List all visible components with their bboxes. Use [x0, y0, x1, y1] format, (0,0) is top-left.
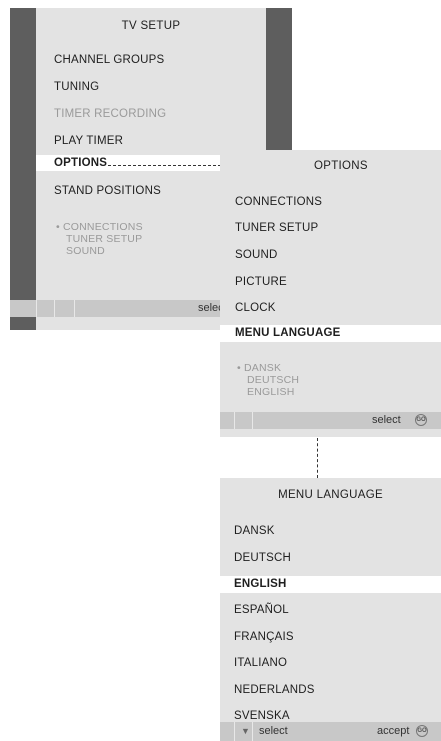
menu-title: MENU LANGUAGE — [278, 489, 383, 501]
language-option-deutsch[interactable]: DEUTSCH — [234, 552, 291, 564]
menu-item-tuning[interactable]: TUNING — [54, 81, 99, 93]
menu-item-tuner-setup[interactable]: TUNER SETUP — [235, 222, 318, 234]
language-option-nederlands[interactable]: NEDERLANDS — [234, 684, 315, 696]
menu-item-stand-positions[interactable]: STAND POSITIONS — [54, 185, 161, 197]
submenu-preview: • DANSK DEUTSCH ENGLISH — [237, 362, 299, 398]
submenu-item: • CONNECTIONS — [56, 221, 143, 233]
go-button-icon: GO — [416, 725, 428, 737]
options-menu-base — [220, 429, 441, 437]
options-footer: select GO — [220, 412, 441, 429]
menu-item-options[interactable]: OPTIONS — [54, 157, 107, 169]
menu-item-timer-recording[interactable]: TIMER RECORDING — [54, 108, 166, 120]
menu-item-clock[interactable]: CLOCK — [235, 302, 276, 314]
footer-select-label: select — [259, 725, 288, 737]
language-option-svenska[interactable]: SVENSKA — [234, 710, 290, 722]
menu-item-connections[interactable]: CONNECTIONS — [235, 196, 322, 208]
footer-select-label: select — [372, 414, 401, 426]
submenu-item: DEUTSCH — [247, 374, 300, 386]
language-option-dansk[interactable]: DANSK — [234, 525, 275, 537]
sidebar-left — [10, 8, 36, 330]
language-option-espanol[interactable]: ESPAÑOL — [234, 604, 289, 616]
submenu-item: SOUND — [66, 245, 105, 257]
language-option-francais[interactable]: FRANÇAIS — [234, 631, 294, 643]
menu-item-play-timer[interactable]: PLAY TIMER — [54, 135, 123, 147]
menu-item-sound[interactable]: SOUND — [235, 249, 278, 261]
menu-title: TV SETUP — [121, 20, 181, 32]
submenu-preview: • CONNECTIONS TUNER SETUP SOUND — [56, 221, 143, 257]
menu-item-picture[interactable]: PICTURE — [235, 276, 287, 288]
down-arrow-icon: ▼ — [241, 726, 250, 736]
submenu-item: • DANSK — [237, 362, 282, 374]
go-button-icon: GO — [415, 414, 427, 426]
connector-line-vertical — [317, 438, 318, 478]
menu-language-footer: ▼ select accept GO — [220, 722, 441, 741]
submenu-item: ENGLISH — [247, 386, 295, 398]
options-menu: OPTIONS CONNECTIONS TUNER SETUP SOUND PI… — [220, 150, 441, 408]
options-menu-bottom — [220, 408, 441, 412]
menu-item-menu-language[interactable]: MENU LANGUAGE — [235, 327, 340, 339]
menu-title: OPTIONS — [314, 160, 368, 172]
language-option-english[interactable]: ENGLISH — [234, 578, 287, 590]
menu-language-menu: MENU LANGUAGE DANSK DEUTSCH ENGLISH ESPA… — [220, 478, 441, 741]
language-option-italiano[interactable]: ITALIANO — [234, 657, 287, 669]
menu-item-channel-groups[interactable]: CHANNEL GROUPS — [54, 54, 164, 66]
submenu-item: TUNER SETUP — [66, 233, 143, 245]
footer-accept-label: accept — [377, 725, 410, 737]
